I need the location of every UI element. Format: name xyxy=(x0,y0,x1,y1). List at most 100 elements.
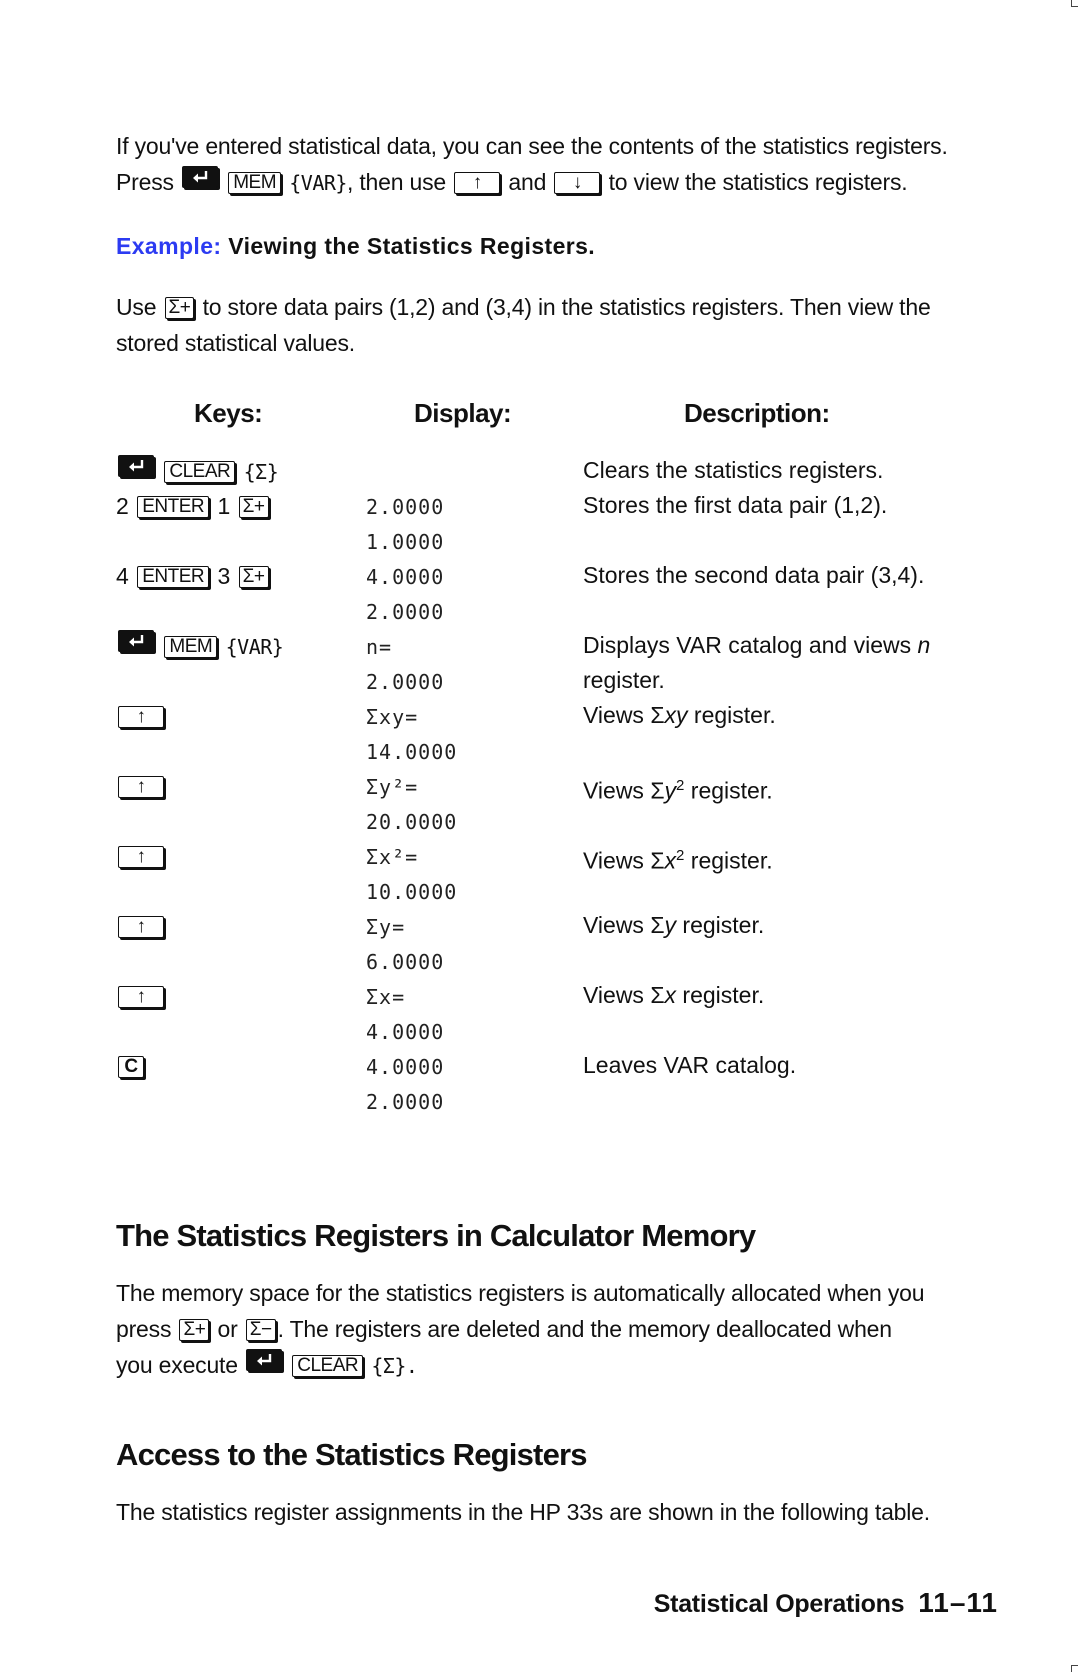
press-text: Press xyxy=(116,169,174,195)
display-line-2: 6.0000 xyxy=(366,950,445,974)
mem-key: MEM xyxy=(164,636,218,658)
to-view-text: to view the statistics registers. xyxy=(608,169,908,195)
sigma-plus-key: Σ+ xyxy=(164,297,195,319)
display-readout: Σy²= 20.0000 xyxy=(366,770,457,840)
display-readout: Σx²= 10.0000 xyxy=(366,840,457,910)
sigma-minus-key: Σ− xyxy=(245,1319,276,1341)
row-description: Views Σy2 register. xyxy=(583,777,773,804)
example-paragraph: Use Σ+ to store data pairs (1,2) and (3,… xyxy=(116,289,998,361)
shift-key-icon xyxy=(182,166,218,188)
table-row: MEM {VAR} n= 2.0000 Displays VAR catalog… xyxy=(116,628,998,698)
table-row: C 4.0000 2.0000 Leaves VAR catalog. xyxy=(116,1048,998,1118)
down-arrow-key-icon: ↓ xyxy=(554,172,601,194)
display-line-2: 4.0000 xyxy=(366,1020,445,1044)
sigma-softkey: {Σ}. xyxy=(371,1354,418,1378)
digit-key: 4 xyxy=(116,563,129,589)
sigma-softkey: {Σ} xyxy=(243,460,279,484)
chapter-title: Statistical Operations xyxy=(653,1590,905,1618)
display-line-2: 10.0000 xyxy=(366,880,458,904)
sigma-plus-key: Σ+ xyxy=(238,496,269,518)
clear-key: CLEAR xyxy=(164,461,236,483)
section-heading-memory: The Statistics Registers in Calculator M… xyxy=(116,1218,756,1253)
mem-key: MEM xyxy=(228,172,282,194)
up-arrow-key-icon: ↑ xyxy=(118,916,164,938)
display-line-1: Σy²= xyxy=(366,775,419,799)
display-line-2: 2.0000 xyxy=(366,1090,445,1114)
table-row: ↑ Σxy= 14.0000 Views Σxy register. xyxy=(116,698,998,768)
display-readout: Σx= 4.0000 xyxy=(366,980,444,1050)
table-row: 4 ENTER 3 Σ+ 4.0000 2.0000 Stores the se… xyxy=(116,558,998,628)
display-line-1: Σx= xyxy=(366,985,406,1009)
display-readout: Σy= 6.0000 xyxy=(366,910,444,980)
row-description: Leaves VAR catalog. xyxy=(583,1052,797,1078)
up-arrow-key-icon: ↑ xyxy=(454,172,501,194)
display-readout: 4.0000 2.0000 xyxy=(366,560,444,630)
example-label: Example: xyxy=(116,233,222,259)
display-line-1: 4.0000 xyxy=(366,1055,445,1079)
up-arrow-key-icon: ↑ xyxy=(118,706,164,728)
table-row: ↑ Σy²= 20.0000 Views Σy2 register. xyxy=(116,768,998,838)
example-title: Viewing the Statistics Registers. xyxy=(228,233,596,259)
display-readout: Σxy= 14.0000 xyxy=(366,700,457,770)
keys-column-header: Keys: xyxy=(194,398,263,428)
display-line-2: 2.0000 xyxy=(366,600,445,624)
display-line-1: Σx²= xyxy=(366,845,419,869)
display-line-2: 20.0000 xyxy=(366,810,458,834)
display-readout: 4.0000 2.0000 xyxy=(366,1050,444,1120)
row-description: Views Σx2 register. xyxy=(583,847,773,874)
intro-paragraph: If you've entered statistical data, you … xyxy=(116,128,998,201)
var-softkey: {VAR} xyxy=(289,171,347,195)
display-line-1: 2.0000 xyxy=(366,495,445,519)
use-text: Use xyxy=(116,294,157,320)
display-line-2: 1.0000 xyxy=(366,530,445,554)
table-row: 2 ENTER 1 Σ+ 2.0000 1.0000 Stores the fi… xyxy=(116,488,998,558)
and-text: and xyxy=(508,169,547,195)
table-row: ↑ Σy= 6.0000 Views Σy register. xyxy=(116,908,998,978)
row-description: Views Σx register. xyxy=(583,982,765,1008)
intro-line-1: If you've entered statistical data, you … xyxy=(116,133,948,159)
row-description: Stores the first data pair (1,2). xyxy=(583,492,888,518)
table-row: ↑ Σx= 4.0000 Views Σx register. xyxy=(116,978,998,1048)
row-description: Clears the statistics registers. xyxy=(583,457,884,483)
row-description: Views Σy register. xyxy=(583,912,765,938)
display-line-1: n= xyxy=(366,635,393,659)
then-use-text: , then use xyxy=(346,169,446,195)
shift-key-icon xyxy=(118,630,154,652)
page-footer: Statistical Operations 11–11 xyxy=(654,1587,998,1619)
row-description: Stores the second data pair (3,4). xyxy=(583,562,925,588)
up-arrow-key-icon: ↑ xyxy=(118,846,164,868)
display-line-1: Σy= xyxy=(366,915,406,939)
access-paragraph: The statistics register assignments in t… xyxy=(116,1499,930,1525)
display-line-2: 2.0000 xyxy=(366,670,445,694)
sigma-plus-key: Σ+ xyxy=(238,566,269,588)
display-readout: n= 2.0000 xyxy=(366,630,444,700)
enter-key: ENTER xyxy=(137,496,210,518)
enter-key: ENTER xyxy=(137,566,210,588)
example-body-1: to store data pairs (1,2) and (3,4) in t… xyxy=(202,294,931,320)
shift-key-icon xyxy=(118,455,154,477)
row-description: Displays VAR catalog and views n registe… xyxy=(583,632,931,693)
display-line-2: 14.0000 xyxy=(366,740,458,764)
digit-key: 1 xyxy=(217,493,231,519)
memory-paragraph: The memory space for the statistics regi… xyxy=(116,1280,925,1378)
shift-key-icon xyxy=(246,1349,283,1371)
description-column-header: Description: xyxy=(684,398,830,428)
row-description: Views Σxy register. xyxy=(583,702,776,728)
example-heading: Example: Viewing the Statistics Register… xyxy=(116,233,595,260)
digit-key: 3 xyxy=(217,563,231,589)
c-key: C xyxy=(118,1056,144,1078)
display-column-header: Display: xyxy=(414,398,512,428)
digit-key: 2 xyxy=(116,493,129,519)
crop-mark-top xyxy=(1071,0,1078,7)
example-body-2: stored statistical values. xyxy=(116,330,355,356)
page-number: 11–11 xyxy=(918,1587,998,1618)
sigma-plus-key: Σ+ xyxy=(179,1319,210,1341)
clear-key: CLEAR xyxy=(292,1355,364,1377)
section-heading-access: Access to the Statistics Registers xyxy=(116,1437,588,1472)
table-row: ↑ Σx²= 10.0000 Views Σx2 register. xyxy=(116,838,998,908)
display-readout: 2.0000 1.0000 xyxy=(366,490,444,560)
display-line-1: 4.0000 xyxy=(366,565,445,589)
up-arrow-key-icon: ↑ xyxy=(118,776,164,798)
display-line-1: Σxy= xyxy=(366,705,419,729)
crop-mark-bottom xyxy=(1071,1665,1078,1672)
